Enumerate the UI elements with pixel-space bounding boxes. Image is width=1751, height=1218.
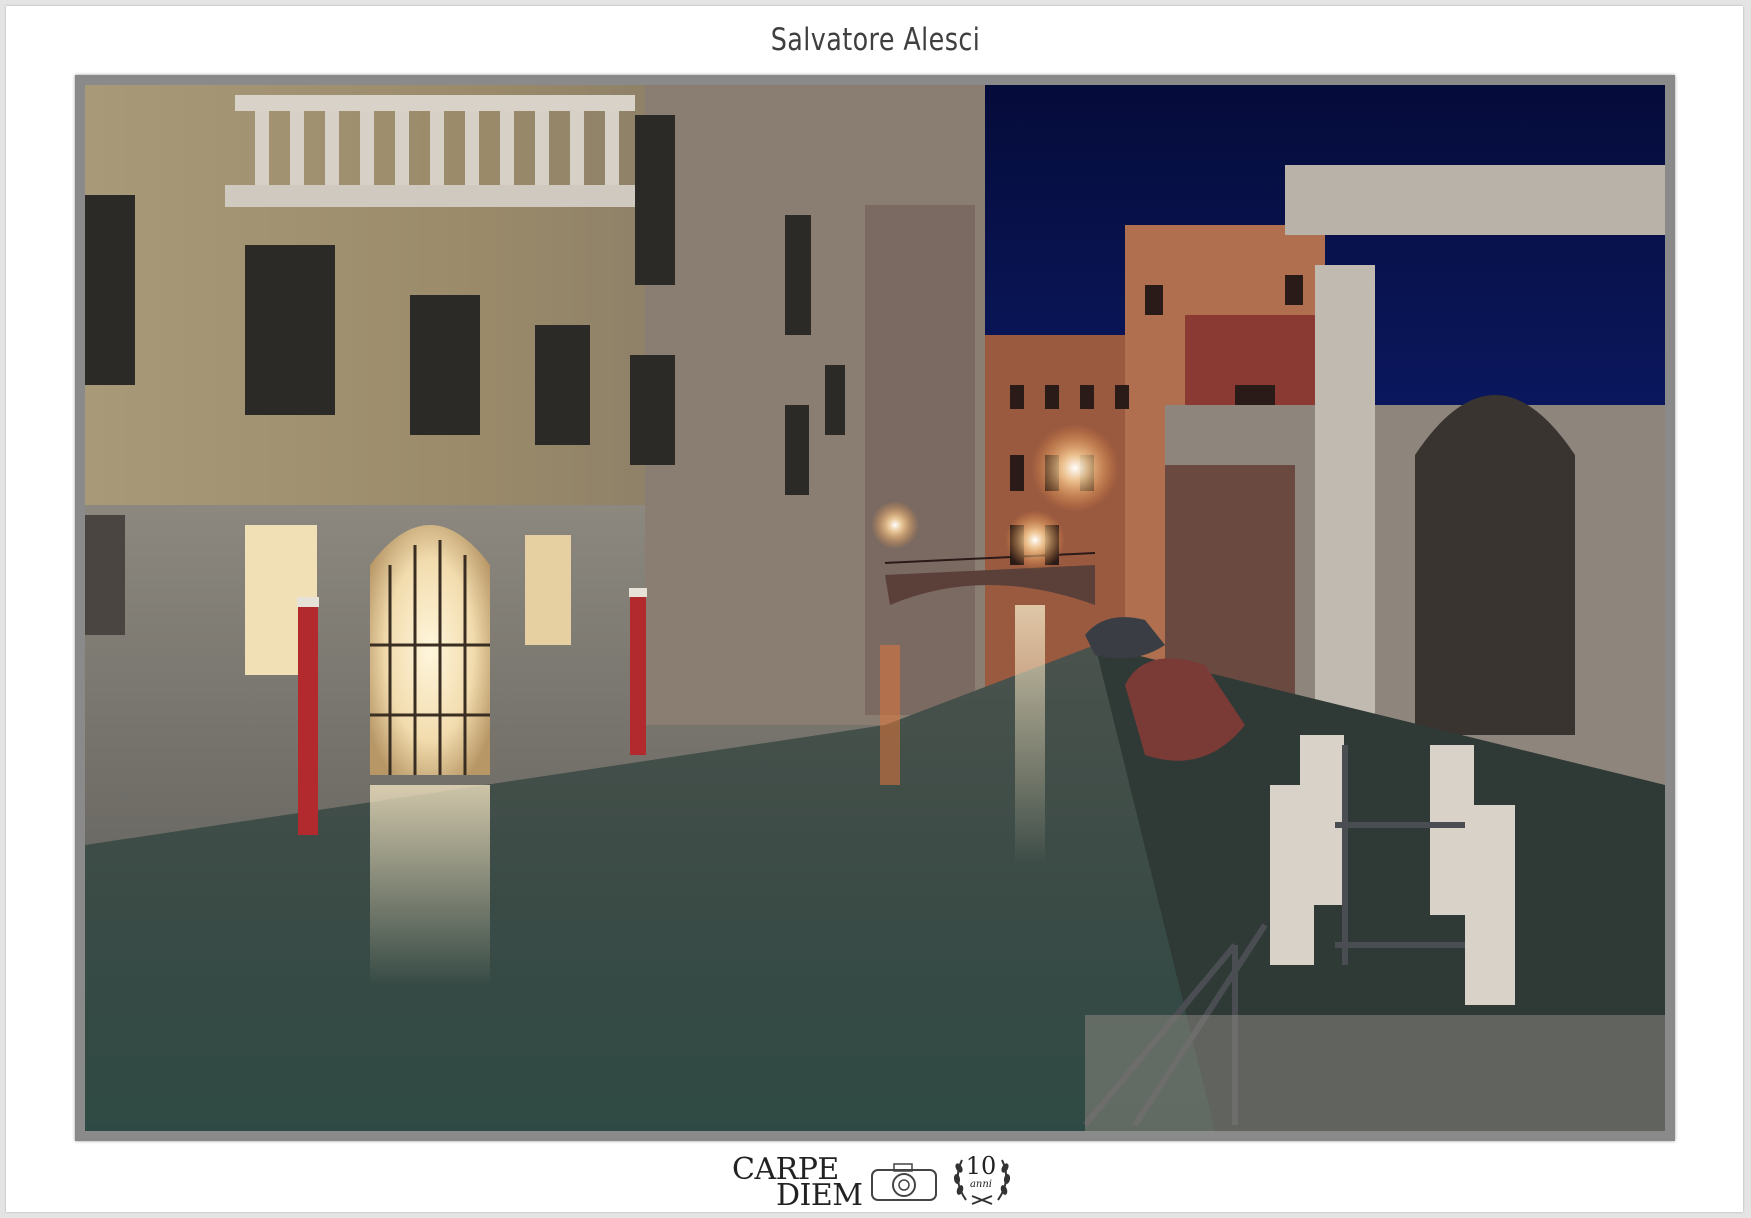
right-pilaster [1315, 265, 1375, 725]
mooring-pole-middle [630, 595, 646, 755]
bridge-lamp-glow [1005, 510, 1065, 570]
foreground-quay [1085, 1015, 1665, 1131]
carpe-diem-logo: CARPE DIEM 10 anni [732, 1150, 1022, 1213]
distant-lamp-glow [871, 501, 919, 549]
right-balustrade [1285, 165, 1665, 235]
lamp-reflection [1015, 605, 1045, 865]
narrow-building [865, 205, 975, 715]
lit-window-right [525, 535, 571, 645]
venice-canal-photo [85, 85, 1665, 1131]
gate-reflection [370, 785, 490, 985]
logo-anniversary-number: 10 [965, 1152, 997, 1180]
lit-water-gate [370, 525, 490, 775]
arched-doorway [1415, 395, 1575, 735]
street-lamp-glow [1031, 424, 1119, 512]
logo-word-diem: DIEM [776, 1178, 863, 1213]
balcony-rail [235, 95, 635, 111]
mooring-pole-cap-left [297, 597, 319, 607]
logo-anniversary-word: anni [969, 1179, 993, 1190]
mooring-pole-cap-middle [629, 588, 647, 597]
camera-icon [866, 1160, 946, 1208]
orange-reflection [880, 645, 900, 785]
balcony-base [225, 185, 645, 207]
dark-window-edge [85, 515, 125, 635]
photo-frame [75, 75, 1675, 1141]
photographer-name: Salvatore Alesci [770, 22, 981, 58]
mooring-pole-left [298, 605, 318, 835]
canal-night-scene [85, 85, 1665, 1131]
